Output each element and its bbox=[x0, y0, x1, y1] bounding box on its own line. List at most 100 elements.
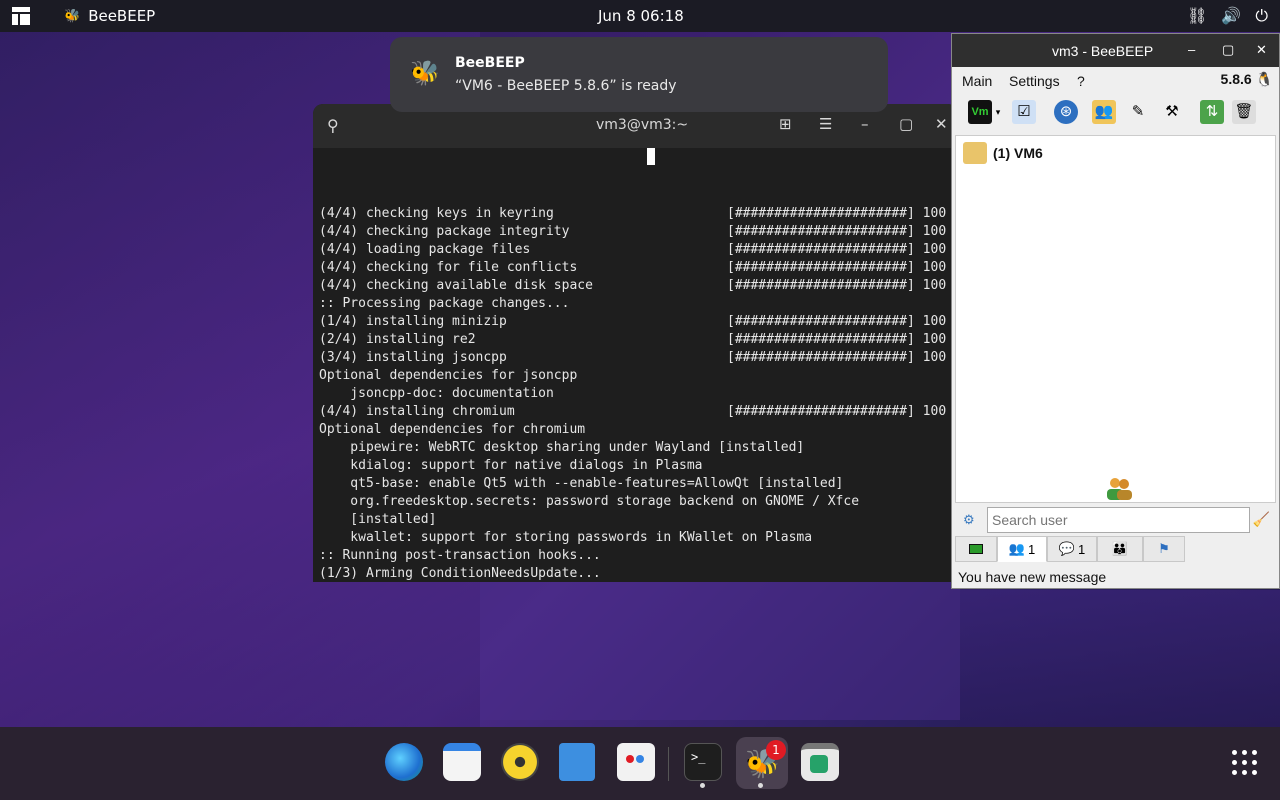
chat-icon: 💬 bbox=[1058, 541, 1075, 556]
terminal-line: Optional dependencies for chromium bbox=[319, 421, 958, 439]
text-cursor bbox=[647, 148, 655, 165]
terminal-line-text: (4/4) checking for file conflicts bbox=[319, 260, 578, 275]
beebeep-titlebar[interactable]: vm3 - BeeBEEP – ▢ ✕ bbox=[952, 34, 1279, 67]
calendar-icon[interactable] bbox=[443, 743, 481, 781]
top-bar: 🐝 BeeBEEP Jun 8 06:18 ⛓ 🔊 ⏻ bbox=[0, 0, 1280, 32]
files-icon[interactable] bbox=[559, 743, 595, 781]
terminal-line: kwallet: support for storing passwords i… bbox=[319, 529, 958, 547]
search-input[interactable] bbox=[987, 507, 1250, 533]
trash-icon[interactable] bbox=[801, 743, 839, 781]
progress-text: [######################] 100 bbox=[727, 242, 947, 257]
beebeep-window[interactable]: vm3 - BeeBEEP – ▢ ✕ Main Settings ? 5.8.… bbox=[951, 33, 1280, 589]
terminal-line-text: (3/4) installing jsoncpp bbox=[319, 350, 507, 365]
close-icon[interactable]: ✕ bbox=[1256, 42, 1267, 58]
bee-icon: 🐝 bbox=[410, 59, 440, 87]
search-icon: ⚙ bbox=[963, 512, 975, 527]
minimize-icon[interactable]: – bbox=[1188, 42, 1195, 57]
terminal-line: (4/4) checking for file conflicts [######… bbox=[319, 259, 958, 277]
search-bar: ⚙ 🧹 bbox=[955, 506, 1276, 534]
menu-help[interactable]: ? bbox=[1077, 73, 1085, 89]
progress-text: [######################] 100 bbox=[727, 404, 947, 419]
share-icon: ⚑ bbox=[1158, 541, 1170, 556]
notification-banner[interactable]: 🐝 BeeBEEP “VM6 - BeeBEEP 5.8.6” is ready bbox=[390, 37, 888, 112]
progress-text: [######################] 100 bbox=[727, 260, 947, 275]
power-icon[interactable]: ⏻ bbox=[1255, 6, 1268, 26]
terminal-line: jsoncpp-doc: documentation bbox=[319, 385, 958, 403]
share-icon[interactable]: ⇅ bbox=[1200, 100, 1224, 124]
browser-icon[interactable] bbox=[385, 743, 423, 781]
software-store-icon[interactable] bbox=[617, 743, 655, 781]
focused-app-name: BeeBEEP bbox=[88, 7, 156, 25]
close-icon[interactable]: ✕ bbox=[935, 115, 948, 133]
terminal-line: (4/4) checking available disk space [####… bbox=[319, 277, 958, 295]
new-tab-icon[interactable]: ⊞ bbox=[779, 115, 792, 133]
tools-icon[interactable]: ⚒ bbox=[1160, 100, 1184, 124]
terminal-title: vm3@vm3:~ bbox=[596, 117, 689, 133]
user-list[interactable]: (1) VM6 bbox=[955, 135, 1276, 503]
menu-icon[interactable]: ☰ bbox=[819, 115, 832, 133]
edit-icon[interactable]: ✎ bbox=[1126, 100, 1150, 124]
app-grid-icon[interactable] bbox=[1232, 750, 1258, 776]
tab-shares[interactable]: ⚑ bbox=[1143, 536, 1185, 562]
bee-icon: 🐝 bbox=[64, 8, 81, 24]
terminal-line: Optional dependencies for jsoncpp bbox=[319, 367, 958, 385]
progress-text: [######################] 100 bbox=[727, 224, 947, 239]
status-message: You have new message bbox=[958, 569, 1107, 585]
maximize-icon[interactable]: ▢ bbox=[1222, 42, 1234, 58]
terminal-line: (4/4) loading package files [############… bbox=[319, 241, 958, 259]
trash-icon[interactable]: 🗑 bbox=[1232, 100, 1256, 124]
running-indicator bbox=[700, 783, 705, 788]
volume-icon[interactable]: 🔊 bbox=[1221, 6, 1241, 26]
maximize-icon[interactable]: ▢ bbox=[899, 115, 913, 133]
status-icon[interactable]: Vm bbox=[968, 100, 992, 124]
users-icon bbox=[1107, 478, 1132, 500]
terminal-line: [installed] bbox=[319, 511, 958, 529]
terminal-window[interactable]: ⚲ vm3@vm3:~ ⊞ ☰ – ▢ ✕ (4/4) checking key… bbox=[313, 104, 958, 582]
tab-users[interactable]: 👥 1 bbox=[997, 536, 1047, 562]
chat-icon bbox=[963, 142, 987, 164]
menu-bar: Main Settings ? 5.8.6 🐧 bbox=[952, 67, 1279, 93]
terminal-line-text: kwallet: support for storing passwords i… bbox=[319, 530, 813, 545]
notification-body: “VM6 - BeeBEEP 5.8.6” is ready bbox=[455, 78, 677, 94]
tab-groups[interactable]: 👪 bbox=[1097, 536, 1143, 562]
terminal-line: kdialog: support for native dialogs in P… bbox=[319, 457, 958, 475]
progress-text: [######################] 100 bbox=[727, 332, 947, 347]
terminal-line-text: jsoncpp-doc: documentation bbox=[319, 386, 554, 401]
menu-settings[interactable]: Settings bbox=[1009, 73, 1060, 89]
preferences-icon[interactable]: ☑ bbox=[1012, 100, 1036, 124]
tab-chats[interactable]: 💬 1 bbox=[1047, 536, 1097, 562]
system-tray[interactable]: ⛓ 🔊 ⏻ bbox=[1187, 6, 1268, 26]
music-icon[interactable] bbox=[501, 743, 539, 781]
chevron-down-icon[interactable]: ▾ bbox=[992, 100, 1004, 124]
terminal-line: qt5-base: enable Qt5 with --enable-featu… bbox=[319, 475, 958, 493]
clock[interactable]: Jun 8 06:18 bbox=[598, 7, 684, 25]
version-label: 5.8.6 🐧 bbox=[1220, 71, 1273, 87]
tab-users-count: 1 bbox=[1027, 541, 1036, 557]
terminal-line-text: :: Running post-transaction hooks... bbox=[319, 548, 601, 563]
search-icon[interactable]: ⚲ bbox=[327, 116, 339, 135]
clear-icon[interactable]: 🧹 bbox=[1253, 511, 1270, 528]
terminal-line: (4/4) checking keys in keyring [#########… bbox=[319, 205, 958, 223]
tab-home[interactable] bbox=[955, 536, 997, 562]
users-icon[interactable]: 👥 bbox=[1092, 100, 1116, 124]
terminal-line-text: qt5-base: enable Qt5 with --enable-featu… bbox=[319, 476, 844, 491]
terminal-line-text: (4/4) installing chromium bbox=[319, 404, 515, 419]
focused-app-menu[interactable]: 🐝 BeeBEEP bbox=[64, 7, 155, 25]
progress-text: [######################] 100 bbox=[727, 350, 947, 365]
list-item[interactable]: (1) VM6 bbox=[963, 142, 1043, 164]
network-icon[interactable]: ⛓ bbox=[1187, 6, 1207, 26]
terminal-line-text: org.freedesktop.secrets: password storag… bbox=[319, 494, 860, 509]
terminal-output[interactable]: (4/4) checking keys in keyring [#########… bbox=[313, 148, 958, 582]
terminal-line: org.freedesktop.secrets: password storag… bbox=[319, 493, 958, 511]
terminal-icon[interactable]: >_ bbox=[684, 743, 722, 781]
window-title: vm3 - BeeBEEP bbox=[1052, 43, 1154, 59]
broadcast-icon[interactable]: ⊛ bbox=[1054, 100, 1078, 124]
home-icon bbox=[969, 544, 983, 554]
notification-title: BeeBEEP bbox=[455, 55, 525, 71]
minimize-icon[interactable]: – bbox=[861, 115, 869, 133]
activities-icon[interactable] bbox=[12, 7, 30, 25]
terminal-line: :: Processing package changes... bbox=[319, 295, 958, 313]
terminal-line-text: [installed] bbox=[319, 512, 437, 527]
menu-main[interactable]: Main bbox=[962, 73, 992, 89]
terminal-line: (4/4) installing chromium [##############… bbox=[319, 403, 958, 421]
